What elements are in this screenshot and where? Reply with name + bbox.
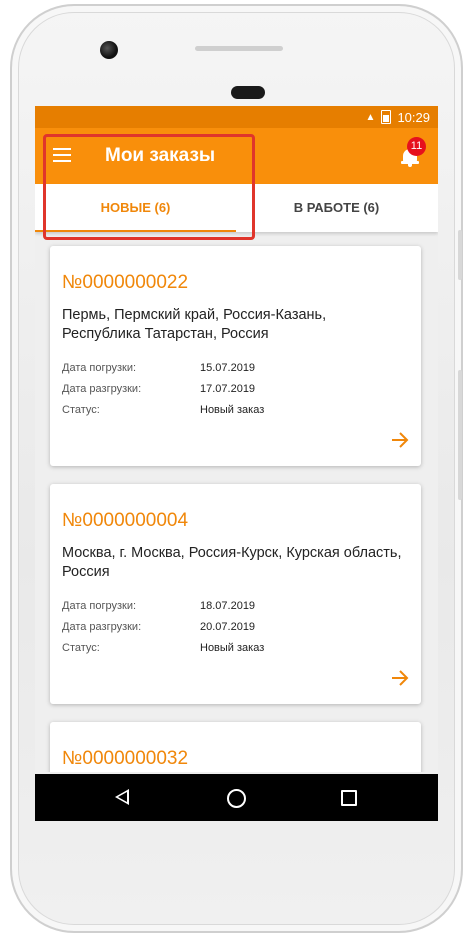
battery-icon [381, 110, 392, 124]
arrow-right-icon[interactable] [391, 670, 409, 686]
order-route: Москва, г. Москва, Россия-Курск, Курская… [62, 545, 402, 580]
lte-signal-icon: ▲ [365, 111, 376, 123]
side-button [458, 370, 462, 500]
order-card[interactable]: №0000000032 [50, 722, 421, 772]
arrow-right-icon[interactable] [391, 432, 409, 448]
home-icon[interactable] [227, 789, 246, 808]
status-value: Новый заказ [200, 404, 265, 416]
status-label: Статус: [62, 642, 100, 654]
unload-date-value: 20.07.2019 [200, 621, 256, 633]
unload-date-label: Дата разгрузки: [62, 621, 142, 633]
load-date-value: 18.07.2019 [200, 600, 256, 612]
order-route: Пермь, Пермский край, Россия-Казань, Рес… [62, 307, 327, 342]
load-date-value: 15.07.2019 [200, 362, 256, 374]
volume-button [458, 230, 462, 280]
status-value: Новый заказ [200, 642, 265, 654]
order-number: №0000000022 [62, 272, 189, 293]
order-card[interactable]: №0000000004 Москва, г. Москва, Россия-Ку… [50, 484, 421, 704]
status-label: Статус: [62, 404, 100, 416]
load-date-label: Дата погрузки: [62, 362, 137, 374]
status-bar: ▲ 10:29 [35, 106, 438, 128]
load-date-label: Дата погрузки: [62, 600, 137, 612]
speaker-grille [195, 46, 283, 51]
status-time: 10:29 [397, 109, 430, 125]
front-camera [100, 41, 118, 59]
orders-list[interactable]: №0000000022 Пермь, Пермский край, Россия… [35, 232, 438, 772]
notification-badge: 11 [407, 137, 426, 156]
order-number: №0000000004 [62, 510, 189, 531]
tab-in-progress-label: В РАБОТЕ (6) [293, 200, 380, 215]
android-nav-bar [35, 774, 438, 821]
tab-in-progress[interactable]: В РАБОТЕ (6) [236, 184, 437, 232]
order-card[interactable]: №0000000022 Пермь, Пермский край, Россия… [50, 246, 421, 466]
notifications-button[interactable]: 11 [400, 137, 426, 168]
order-number: №0000000032 [62, 748, 189, 769]
recent-apps-icon[interactable] [341, 790, 357, 806]
annotation-highlight-box [43, 134, 255, 240]
unload-date-label: Дата разгрузки: [62, 383, 142, 395]
unload-date-value: 17.07.2019 [200, 383, 256, 395]
earpiece [231, 86, 265, 99]
